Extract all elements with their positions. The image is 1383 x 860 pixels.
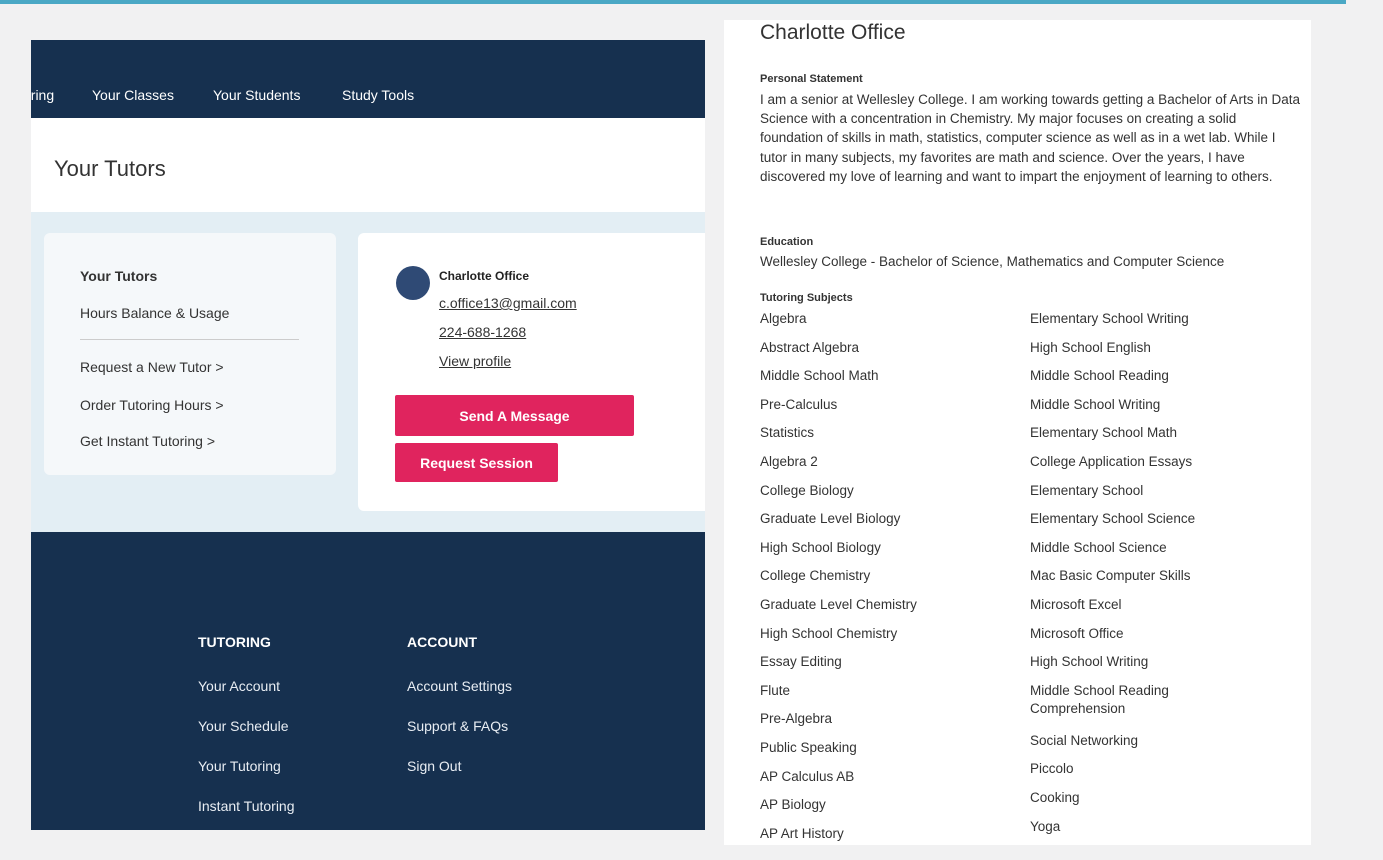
sidebar-menu: Your Tutors Hours Balance & Usage Reques… [44, 233, 336, 475]
list-item: Elementary School [1030, 482, 1144, 498]
list-item: Piccolo [1030, 761, 1074, 777]
tutoring-subjects-label: Tutoring Subjects [760, 292, 853, 304]
page-margin [1346, 0, 1383, 860]
list-item: High School English [1030, 339, 1151, 355]
list-item: Algebra [760, 311, 807, 326]
list-item: Statistics [760, 425, 815, 441]
footer: TUTORING Your Account Your Schedule Your… [31, 532, 705, 830]
education-label: Education [760, 236, 814, 248]
nav-item-your-students[interactable]: Your Students [213, 87, 300, 103]
list-item: Mac Basic Computer Skills [1030, 568, 1191, 584]
list-item: Middle School Writing [1030, 396, 1161, 412]
footer-link-account-settings[interactable]: Account Settings [407, 678, 512, 694]
top-accent-rule [0, 0, 1346, 4]
list-item: High School Writing [1030, 654, 1149, 670]
list-item: Middle School Science [1030, 539, 1167, 555]
list-item: Social Networking [1030, 732, 1139, 748]
list-item: Cooking [1030, 789, 1080, 805]
tutor-profile-panel: Charlotte Office Personal Statement I am… [724, 20, 1311, 845]
nav-item-your-classes[interactable]: Your Classes [92, 87, 174, 103]
nav-item-study-tools[interactable]: Study Tools [342, 87, 414, 103]
sidebar-item-request-tutor[interactable]: Request a New Tutor > [80, 359, 224, 375]
list-item: Elementary School Writing [1030, 311, 1189, 326]
list-item: AP Calculus AB [760, 768, 855, 784]
profile-name: Charlotte Office [760, 21, 906, 44]
personal-statement-label: Personal Statement [760, 73, 863, 85]
list-item: Essay Editing [760, 654, 842, 670]
footer-link-instant-tutoring[interactable]: Instant Tutoring [198, 798, 295, 814]
sidebar-item-instant-tutoring[interactable]: Get Instant Tutoring > [80, 433, 215, 449]
tutor-phone-link[interactable]: 224-688-1268 [439, 324, 526, 340]
footer-link-your-schedule[interactable]: Your Schedule [198, 718, 289, 734]
education-text: Wellesley College - Bachelor of Science,… [760, 254, 1225, 269]
subjects-list-right: Elementary School Writing High School En… [1030, 310, 1210, 845]
list-item: High School Chemistry [760, 625, 898, 641]
view-profile-link[interactable]: View profile [439, 353, 511, 369]
list-item: Middle School Math [760, 368, 879, 384]
list-item: Yoga [1030, 818, 1061, 834]
personal-statement-text: I am a senior at Wellesley College. I am… [760, 92, 1301, 184]
sidebar-divider [80, 339, 299, 340]
page-title: Your Tutors [54, 156, 166, 181]
tutor-card: Charlotte Office c.office13@gmail.com 22… [358, 233, 705, 511]
top-navbar: oring Your Classes Your Students Study T… [31, 40, 705, 118]
tutor-name: Charlotte Office [439, 269, 530, 283]
list-item: Algebra 2 [760, 453, 818, 469]
avatar [396, 266, 430, 300]
footer-link-your-account[interactable]: Your Account [198, 678, 280, 694]
list-item: Public Speaking [760, 739, 857, 755]
send-message-button[interactable]: Send A Message [395, 395, 634, 436]
page-header: Your Tutors [31, 118, 705, 212]
sidebar-item-order-hours[interactable]: Order Tutoring Hours > [80, 397, 224, 413]
list-item: AP Biology [760, 797, 826, 813]
list-item: Middle School Reading Comprehension [1030, 682, 1169, 716]
nav-item-tutoring[interactable]: oring [31, 87, 54, 103]
list-item: High School Biology [760, 539, 881, 555]
footer-link-sign-out[interactable]: Sign Out [407, 758, 461, 774]
list-item: Pre-Calculus [760, 396, 838, 412]
list-item: Microsoft Excel [1030, 596, 1122, 612]
footer-heading-account: ACCOUNT [407, 634, 477, 650]
list-item: Graduate Level Biology [760, 511, 901, 527]
request-session-button[interactable]: Request Session [395, 443, 558, 482]
list-item: College Chemistry [760, 568, 871, 584]
list-item: Middle School Reading [1030, 368, 1169, 384]
list-item: Elementary School Math [1030, 425, 1178, 441]
tutors-page: oring Your Classes Your Students Study T… [31, 40, 705, 830]
list-item: Elementary School Science [1030, 511, 1196, 527]
subjects-list-left: Algebra Abstract Algebra Middle School M… [760, 310, 917, 845]
list-item: Pre-Algebra [760, 711, 833, 727]
list-item: College Application Essays [1030, 453, 1193, 469]
list-item: AP Art History [760, 825, 844, 841]
list-item: Flute [760, 682, 791, 698]
sidebar-item-hours-balance[interactable]: Hours Balance & Usage [80, 305, 229, 321]
list-item: Graduate Level Chemistry [760, 596, 917, 612]
footer-link-support-faqs[interactable]: Support & FAQs [407, 718, 508, 734]
list-item: College Biology [760, 482, 854, 498]
list-item: Microsoft Office [1030, 625, 1124, 641]
list-item: Abstract Algebra [760, 339, 860, 355]
tutor-email-link[interactable]: c.office13@gmail.com [439, 295, 577, 311]
sidebar-item-your-tutors[interactable]: Your Tutors [80, 268, 157, 284]
footer-link-your-tutoring[interactable]: Your Tutoring [198, 758, 281, 774]
footer-heading-tutoring: TUTORING [198, 634, 271, 650]
